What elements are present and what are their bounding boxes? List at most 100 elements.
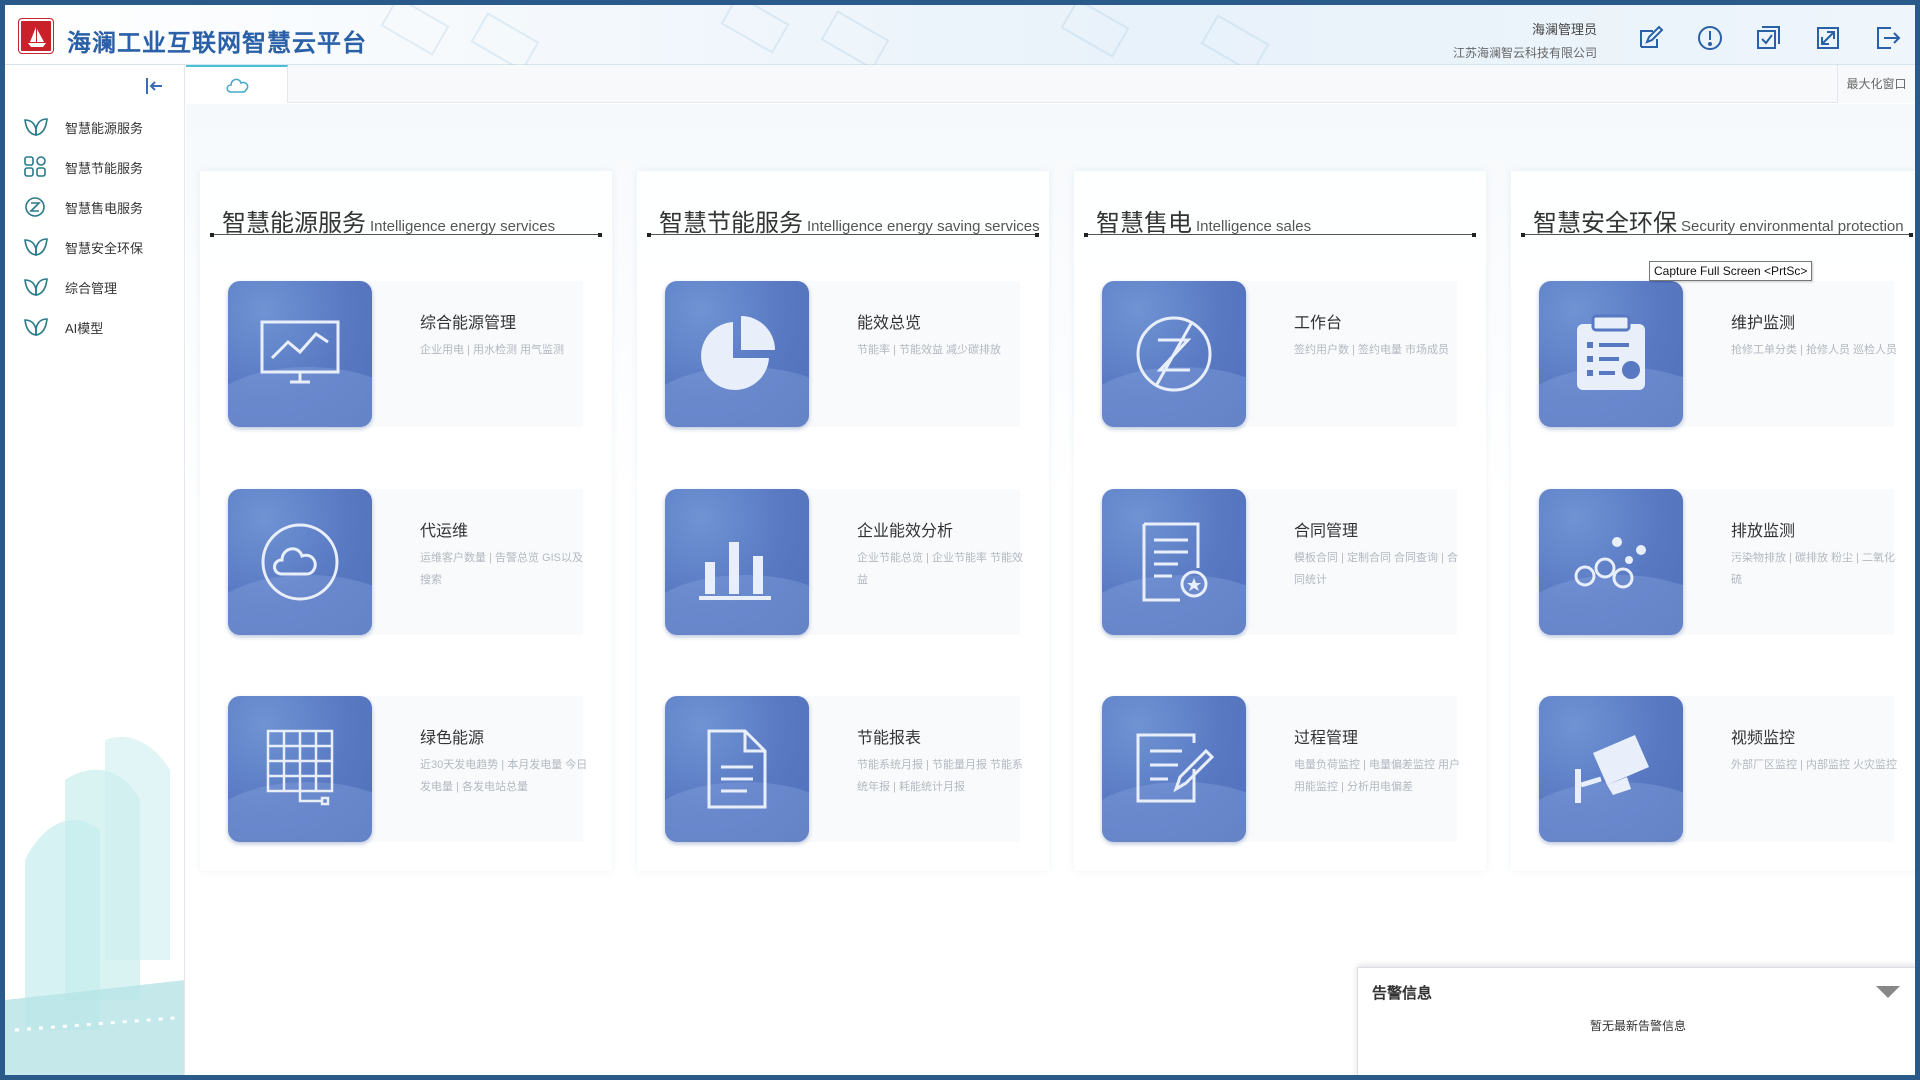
card-description: 企业节能总览 | 企业节能率 节能效益	[857, 552, 1024, 586]
sidebar-item-label: AI模型	[65, 320, 104, 336]
panel-header: 智慧节能服务 Intelligence energy saving service…	[647, 191, 1040, 238]
ship-illustration	[5, 736, 184, 1075]
maximize-window-button[interactable]: 最大化窗口	[1837, 65, 1915, 103]
card-icon-tile	[1539, 696, 1683, 842]
cloud-icon	[261, 523, 339, 601]
monitor-chart-icon	[260, 320, 340, 384]
panel-energy-services: 智慧能源服务 Intelligence energy services 综合能源管…	[200, 171, 612, 871]
decor-hex	[720, 5, 790, 54]
card-title: 综合能源管理	[420, 315, 517, 332]
panel-title: 智慧售电 Intelligence sales	[1096, 203, 1311, 238]
card-efficiency-overview[interactable]: 能效总览 节能率 | 节能效益 减少碳排放	[665, 281, 1020, 427]
sidebar-item-safety-env[interactable]: 智慧安全环保	[23, 232, 173, 262]
document-icon	[707, 729, 767, 809]
chevron-down-icon[interactable]	[1876, 986, 1900, 1000]
sidebar-item-label: 智慧节能服务	[65, 160, 144, 176]
panel-title: 智慧节能服务 Intelligence energy saving service…	[659, 203, 1040, 238]
card-process-management[interactable]: 过程管理 电量负荷监控 | 电量偏差监控 用户用能监控 | 分析用电偏差	[1102, 696, 1460, 842]
card-icon-tile	[1102, 281, 1246, 427]
cloud-icon	[226, 78, 249, 93]
sidebar-item-label: 智慧安全环保	[65, 240, 144, 256]
card-description: 抢修工单分类 | 抢修人员 巡检人员	[1731, 344, 1898, 356]
card-title: 代运维	[420, 523, 469, 540]
panel-title-cn: 智慧安全环保	[1533, 210, 1677, 237]
info-icon[interactable]	[1695, 23, 1725, 53]
tab-home[interactable]	[186, 65, 288, 103]
card-description: 节能系统月报 | 节能量月报 节能系统年报 | 耗能统计月报	[857, 759, 1024, 793]
decor-hex	[1060, 5, 1130, 58]
card-title: 合同管理	[1294, 523, 1359, 540]
z-circle-icon	[23, 196, 49, 218]
card-title: 工作台	[1294, 315, 1343, 332]
sidebar-item-power-sales[interactable]: 智慧售电服务	[23, 192, 173, 222]
card-video-monitoring[interactable]: 视频监控 外部厂区监控 | 内部监控 火灾监控	[1539, 696, 1897, 842]
sidebar-collapse-icon[interactable]	[143, 75, 165, 97]
card-managed-operations[interactable]: 代运维 运维客户数量 | 告警总览 GIS以及搜索	[228, 489, 583, 635]
logout-icon[interactable]	[1873, 23, 1903, 53]
panel-title-cn: 智慧能源服务	[222, 210, 366, 237]
sidebar-item-energy-saving[interactable]: 智慧节能服务	[23, 152, 173, 182]
leaf-icon	[23, 236, 49, 258]
tab-bar: 最大化窗口	[186, 65, 1915, 103]
card-comprehensive-energy[interactable]: 综合能源管理 企业用电 | 用水检测 用气监测	[228, 281, 583, 427]
z-circle-icon	[1136, 316, 1212, 392]
card-workbench[interactable]: 工作台 签约用户数 | 签约电量 市场成员	[1102, 281, 1457, 427]
card-icon-tile	[1539, 281, 1683, 427]
solar-panel-icon	[266, 729, 334, 806]
clipboard-wrench-icon	[1577, 314, 1645, 390]
main-content: 智慧能源服务 Intelligence energy services 综合能源管…	[186, 104, 1915, 1075]
panel-header: 智慧安全环保 Security environmental protection	[1521, 191, 1913, 238]
card-icon-tile	[665, 696, 809, 842]
card-title: 维护监测	[1731, 315, 1796, 332]
card-icon-tile	[1539, 489, 1683, 635]
card-title: 节能报表	[857, 730, 922, 747]
card-description: 外部厂区监控 | 内部监控 火灾监控	[1731, 759, 1898, 771]
contract-icon	[1142, 522, 1208, 602]
card-enterprise-analysis[interactable]: 企业能效分析 企业节能总览 | 企业节能率 节能效益	[665, 489, 1023, 635]
user-name: 海澜管理员	[1531, 22, 1597, 37]
panel-title-cn: 智慧售电	[1096, 210, 1192, 237]
panel-title-en: Intelligence sales	[1196, 218, 1312, 235]
sidebar-item-label: 智慧售电服务	[65, 200, 144, 216]
edit-document-icon	[1136, 733, 1214, 803]
card-description: 电量负荷监控 | 电量偏差监控 用户用能监控 | 分析用电偏差	[1294, 759, 1461, 793]
sidebar-item-label: 智慧能源服务	[65, 120, 144, 136]
card-title: 绿色能源	[420, 730, 485, 747]
card-title: 视频监控	[1731, 730, 1796, 747]
alert-title: 告警信息	[1372, 985, 1433, 1002]
card-icon-tile	[665, 281, 809, 427]
panel-title-en: Intelligence energy services	[370, 218, 556, 235]
card-icon-tile	[1102, 489, 1246, 635]
card-maintenance-monitoring[interactable]: 维护监测 抢修工单分类 | 抢修人员 巡检人员	[1539, 281, 1897, 427]
card-description: 近30天发电趋势 | 本月发电量 今日发电量 | 各发电站总量	[420, 759, 588, 793]
checklist-icon[interactable]	[1753, 23, 1783, 53]
card-description: 企业用电 | 用水检测 用气监测	[420, 344, 565, 356]
panel-title-en: Security environmental protection	[1681, 218, 1904, 235]
edit-icon[interactable]	[1635, 23, 1665, 53]
sidebar-item-ai-model[interactable]: AI模型	[23, 312, 173, 342]
tooltip: Capture Full Screen <PrtSc>	[1649, 261, 1813, 281]
card-description: 节能率 | 节能效益 减少碳排放	[857, 344, 1002, 356]
panel-title: 智慧安全环保 Security environmental protection	[1533, 203, 1904, 238]
panel-header: 智慧能源服务 Intelligence energy services	[210, 191, 602, 237]
card-description: 签约用户数 | 签约电量 市场成员	[1294, 344, 1450, 356]
card-description: 污染物排放 | 碳排放 粉尘 | 二氧化硫	[1731, 552, 1895, 586]
user-info: 海澜管理员 江苏海澜智云科技有限公司	[1453, 19, 1597, 61]
camera-icon	[1575, 735, 1649, 803]
bar-chart-icon	[699, 542, 771, 600]
sidebar-item-energy-services[interactable]: 智慧能源服务	[23, 112, 173, 142]
card-emission-monitoring[interactable]: 排放监测 污染物排放 | 碳排放 粉尘 | 二氧化硫	[1539, 489, 1895, 635]
top-header: 海澜工业互联网智慧云平台 海澜管理员 江苏海澜智云科技有限公司	[5, 5, 1915, 74]
leaf-icon	[23, 316, 49, 338]
app-title: 海澜工业互联网智慧云平台	[67, 30, 367, 57]
card-contract-management[interactable]: 合同管理 模板合同 | 定制合同 合同查询 | 合同统计	[1102, 489, 1458, 635]
alert-panel: 告警信息 暂无最新告警信息	[1357, 967, 1915, 1075]
fullscreen-icon[interactable]	[1813, 23, 1843, 53]
sidebar-item-management[interactable]: 综合管理	[23, 272, 173, 302]
card-green-energy[interactable]: 绿色能源 近30天发电趋势 | 本月发电量 今日发电量 | 各发电站总量	[228, 696, 587, 842]
app-window: 海澜工业互联网智慧云平台 海澜管理员 江苏海澜智云科技有限公司 智慧能源服务 智…	[0, 0, 1920, 1080]
sidebar-item-label: 综合管理	[65, 280, 118, 296]
alert-empty-message: 暂无最新告警信息	[1589, 1019, 1686, 1033]
card-saving-reports[interactable]: 节能报表 节能系统月报 | 节能量月报 节能系统年报 | 耗能统计月报	[665, 696, 1023, 842]
panel-title-en: Intelligence energy saving services	[807, 218, 1040, 235]
